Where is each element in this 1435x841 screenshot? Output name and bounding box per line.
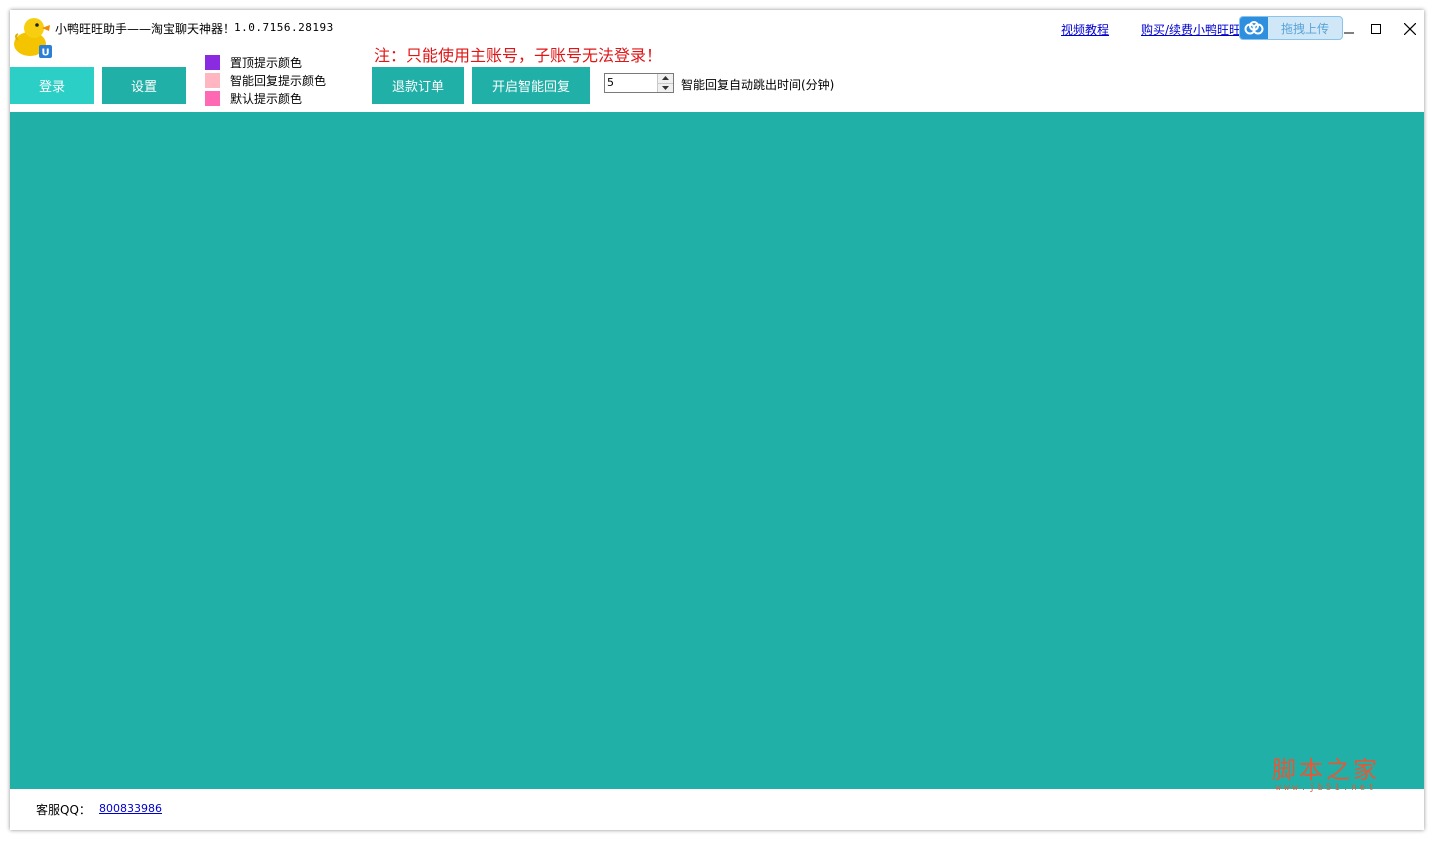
smart-reply-color-swatch[interactable]: [205, 72, 220, 88]
login-button[interactable]: 登录: [10, 67, 94, 104]
support-qq-link[interactable]: 800833986: [99, 802, 162, 815]
legend-item-pinned: 置顶提示颜色: [205, 54, 302, 70]
maximize-icon: [1371, 24, 1381, 34]
support-qq-label: 客服QQ：: [36, 803, 91, 817]
watermark-text: 脚本之家: [1272, 756, 1380, 784]
legend-label: 默认提示颜色: [230, 91, 303, 106]
pinned-color-swatch[interactable]: [205, 54, 220, 70]
close-button[interactable]: [1396, 18, 1424, 40]
svg-text:U: U: [41, 48, 49, 59]
buy-renew-link[interactable]: 购买/续费小鸭旺旺: [1141, 21, 1239, 38]
stepper-up-button[interactable]: [658, 74, 673, 83]
legend-label: 智能回复提示颜色: [230, 73, 327, 88]
cloud-upload-label: 拖拽上传: [1280, 21, 1329, 36]
close-icon: [1404, 23, 1416, 35]
settings-button[interactable]: 设置: [102, 67, 186, 104]
auto-jump-minutes-stepper[interactable]: 5: [604, 73, 674, 93]
maximize-button[interactable]: [1362, 18, 1390, 40]
watermark-url: www.jb51.net: [1275, 783, 1377, 793]
minimize-icon: [1344, 32, 1354, 34]
enable-smart-reply-button[interactable]: 开启智能回复: [472, 67, 590, 104]
chevron-up-icon: [662, 76, 669, 81]
chat-panel[interactable]: [10, 112, 1424, 789]
default-color-swatch[interactable]: [205, 90, 220, 106]
chevron-down-icon: [662, 85, 669, 90]
stepper-down-button[interactable]: [658, 82, 673, 92]
legend-label: 置顶提示颜色: [230, 55, 303, 70]
auto-jump-label: 智能回复自动跳出时间(分钟): [681, 78, 835, 92]
duck-logo-icon: U: [12, 14, 54, 59]
legend-item-default: 默认提示颜色: [205, 90, 302, 106]
watermark: 脚本之家 www.jb51.net: [1272, 757, 1380, 793]
login-notice: 注：只能使用主账号，子账号无法登录！: [374, 46, 663, 65]
refund-orders-button[interactable]: 退款订单: [372, 67, 464, 104]
cloud-upload-button[interactable]: 拖拽上传: [1239, 16, 1343, 40]
app-version: 1.0.7156.28193: [234, 21, 334, 34]
legend-item-smart-reply: 智能回复提示颜色: [205, 72, 326, 88]
app-title: 小鸭旺旺助手——淘宝聊天神器！: [55, 22, 236, 36]
video-tutorial-link[interactable]: 视频教程: [1061, 21, 1109, 38]
auto-jump-minutes-value[interactable]: 5: [605, 74, 657, 92]
minimize-button[interactable]: [1335, 18, 1363, 40]
cloud-icon: [1240, 17, 1268, 39]
app-window: U 小鸭旺旺助手——淘宝聊天神器！ 1.0.7156.28193 视频教程 购买…: [10, 10, 1424, 830]
